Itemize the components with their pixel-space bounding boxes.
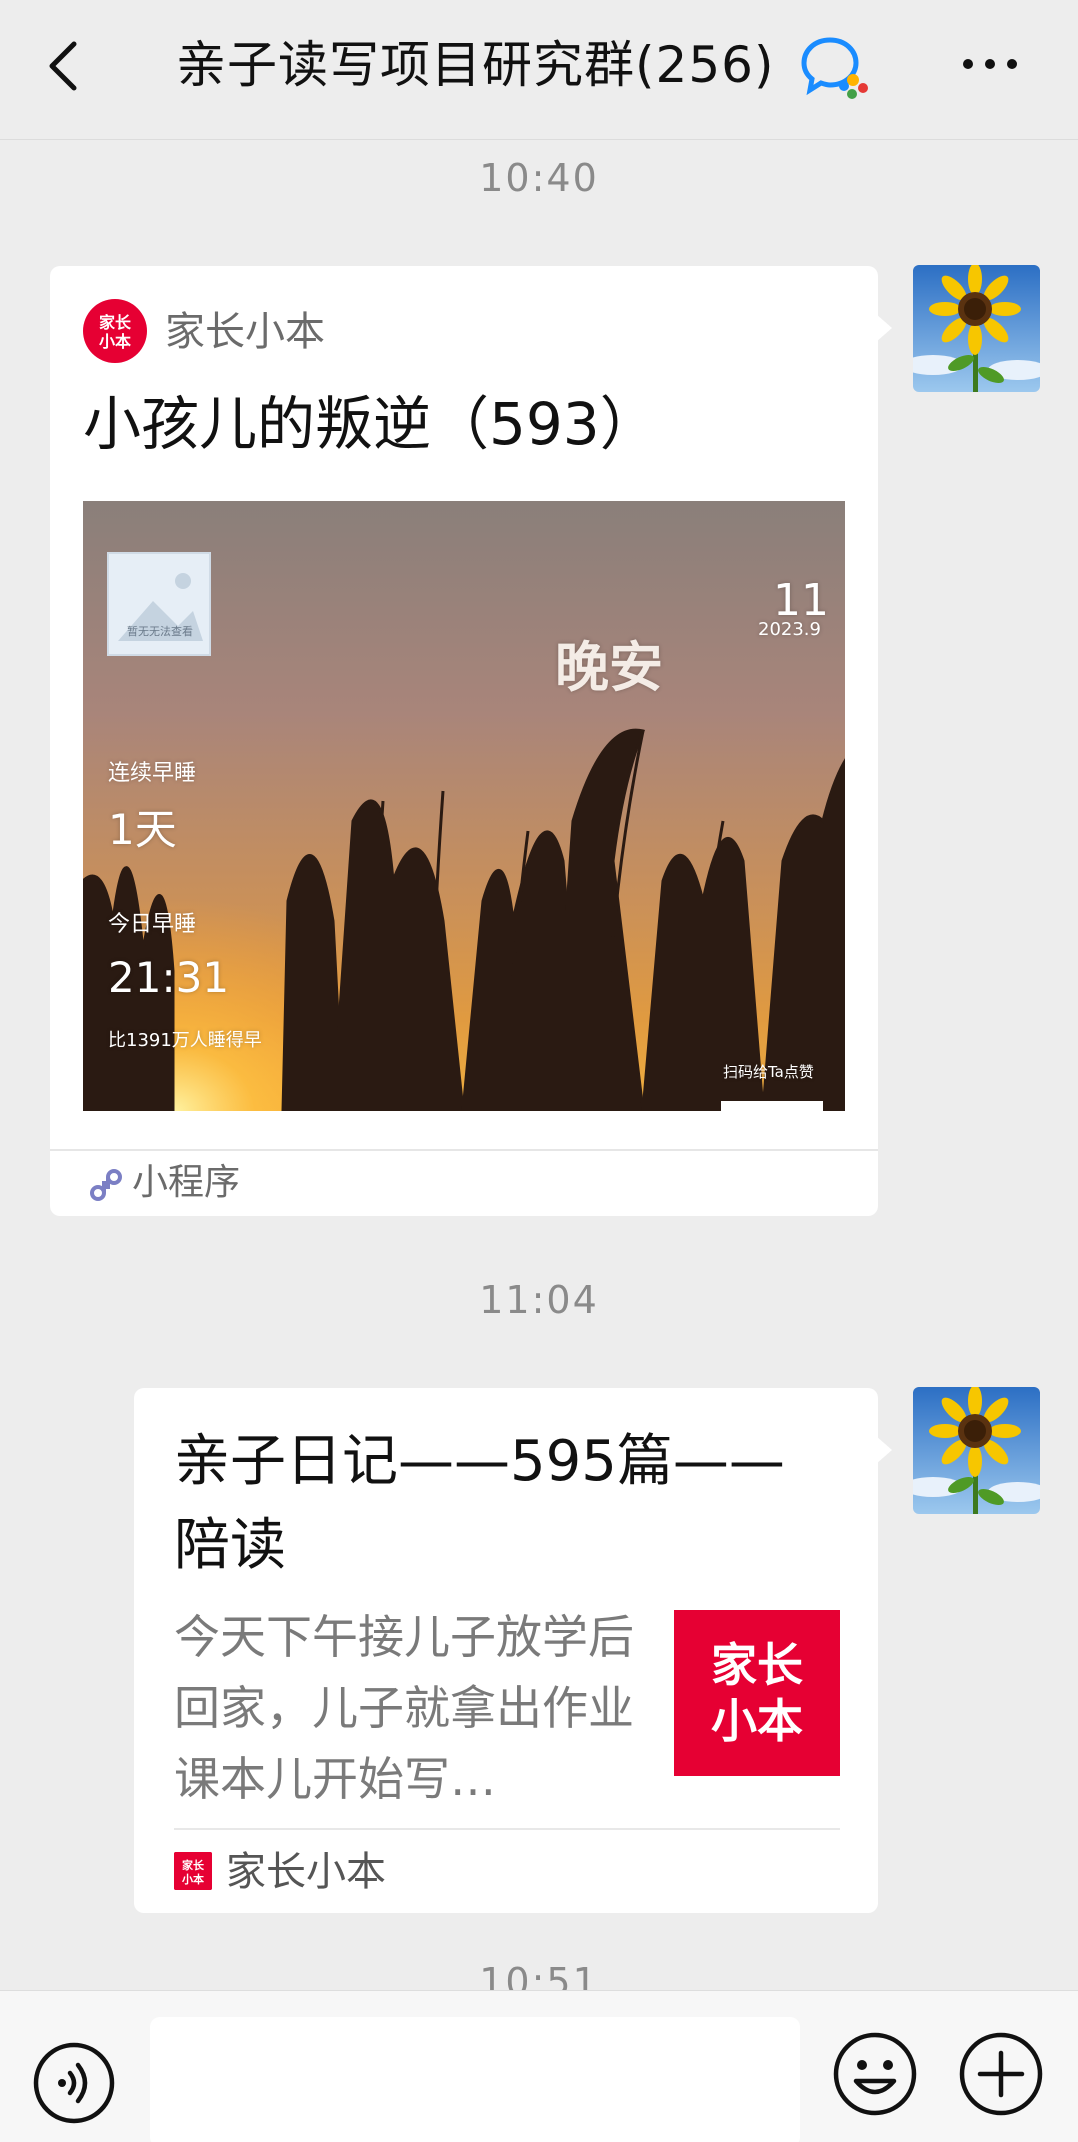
article-description: 今天下午接儿子放学后回家，儿子就拿出作业课本儿开始写… [174, 1610, 634, 1806]
bubble-tail [876, 314, 892, 342]
streak-label: 连续早睡 [108, 761, 197, 786]
today-label: 今日早睡 [108, 912, 197, 937]
mini-program-label: 小程序 [132, 1162, 241, 1203]
chevron-left-icon[interactable] [40, 36, 90, 96]
article-title: 亲子日记——595篇——陪读 [174, 1429, 785, 1578]
source-logo-icon: 家长 小本 [174, 1852, 212, 1890]
plus-icon[interactable] [958, 2031, 1044, 2117]
input-bar [0, 1990, 1078, 2142]
user-avatar[interactable] [913, 1387, 1040, 1514]
qr-caption: 扫码给Ta点赞 [723, 1063, 814, 1081]
article-thumbnail: 家长小本 [674, 1610, 840, 1776]
cover-month: 2023.9 [758, 619, 821, 640]
article-card[interactable]: 亲子日记——595篇——陪读 今天下午接儿子放学后回家，儿子就拿出作业课本儿开始… [134, 1388, 878, 1913]
wecom-group-icon [800, 34, 872, 100]
message-timestamp: 10:40 [479, 156, 599, 200]
cover-greeting: 晚安 [555, 636, 663, 699]
today-time: 21:31 [108, 953, 230, 1002]
ellipsis-icon[interactable] [955, 44, 1025, 84]
voice-icon[interactable] [32, 2041, 116, 2125]
svg-text:小本: 小本 [99, 332, 131, 351]
divider [174, 1828, 840, 1830]
mini-program-title: 小孩儿的叛逆（593） [83, 390, 658, 458]
placeholder-caption: 暂无无法查看 [127, 625, 193, 638]
bubble-tail [876, 1436, 892, 1464]
svg-text:家长: 家长 [99, 313, 132, 332]
message-input[interactable] [150, 2017, 800, 2142]
user-avatar[interactable] [913, 265, 1040, 392]
article-source: 家长小本 [226, 1849, 386, 1895]
thumbnail-logo-text: 家长小本 [711, 1638, 803, 1748]
cover-day: 11 [773, 575, 829, 626]
svg-text:家长: 家长 [182, 1858, 205, 1872]
compare-text: 比1391万人睡得早 [108, 1030, 262, 1051]
message-timestamp: 11:04 [479, 1278, 599, 1322]
mini-program-footer: 小程序 [50, 1149, 878, 1216]
streak-value: 1天 [108, 805, 177, 854]
chat-title: 亲子读写项目研究群(256) [176, 36, 775, 94]
chat-header: 亲子读写项目研究群(256) [0, 0, 1078, 140]
mini-program-card[interactable]: 家长 小本 家长小本 小孩儿的叛逆（593） 暂无无法查看 11 2023.9 … [50, 266, 878, 1216]
emoji-icon[interactable] [832, 2031, 918, 2117]
mini-program-source: 家长小本 [165, 309, 325, 355]
source-logo-icon: 家长 小本 [83, 299, 147, 363]
svg-text:小本: 小本 [181, 1872, 204, 1886]
mini-program-icon [88, 1167, 124, 1203]
cover-image: 暂无无法查看 11 2023.9 晚安 连续早睡 1天 今日早睡 21:31 比… [83, 501, 845, 1111]
